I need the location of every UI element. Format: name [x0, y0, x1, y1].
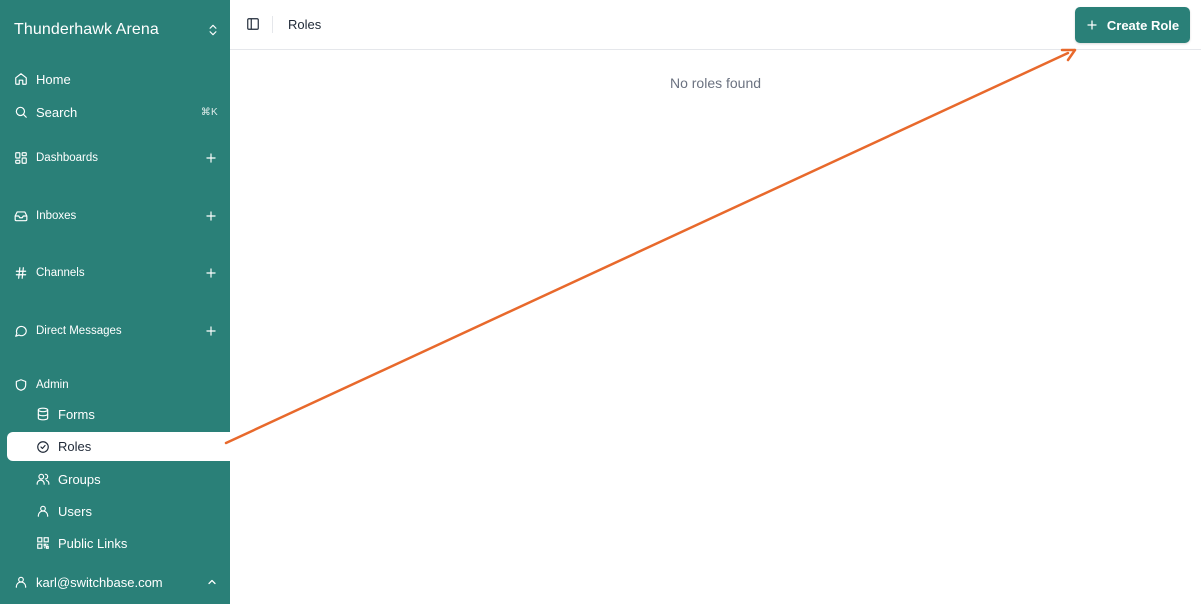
add-direct-message-icon[interactable] [204, 324, 218, 338]
nav-channels-label: Channels [36, 267, 85, 279]
badge-check-icon [37, 440, 49, 453]
chevron-up-icon [208, 579, 216, 585]
nav-direct-messages-label: Direct Messages [36, 325, 122, 337]
nav-inboxes-label: Inboxes [36, 210, 77, 222]
annotation-arrow-line [224, 51, 1070, 445]
divider [272, 16, 273, 33]
create-role-button[interactable]: Create Role [1075, 7, 1190, 43]
admin-item-label: Public Links [58, 535, 128, 551]
nav-direct-messages[interactable]: Direct Messages [14, 320, 218, 342]
top-bar: Roles Create Role [230, 0, 1201, 50]
admin-item-public-links[interactable]: Public Links [36, 532, 226, 554]
hash-icon [15, 267, 27, 279]
users-icon [36, 473, 50, 485]
dashboard-icon [15, 152, 27, 164]
admin-item-label: Groups [58, 471, 101, 487]
home-icon [15, 73, 27, 85]
workspace-name: Thunderhawk Arena [14, 21, 159, 38]
nav-search[interactable]: Search ⌘K [14, 101, 218, 123]
workspace-switcher[interactable]: Thunderhawk Arena [14, 18, 220, 42]
annotation-arrow-head [1060, 48, 1077, 62]
user-icon [37, 505, 49, 517]
qr-code-icon [37, 537, 49, 549]
sidebar-toggle-icon[interactable] [246, 17, 260, 31]
add-inbox-icon[interactable] [204, 209, 218, 223]
nav-home-label: Home [36, 71, 71, 87]
search-icon [15, 106, 27, 118]
nav-admin-label: Admin [36, 379, 69, 391]
user-email: karl@switchbase.com [36, 574, 163, 590]
chevrons-up-down-icon [209, 24, 217, 36]
sidebar: Thunderhawk Arena Home Search ⌘K Dashboa… [0, 0, 230, 604]
shield-icon [15, 379, 27, 391]
empty-state-message: No roles found [669, 75, 762, 91]
admin-item-roles[interactable]: Roles [7, 432, 230, 461]
nav-channels[interactable]: Channels [14, 262, 218, 284]
search-shortcut: ⌘K [200, 106, 218, 118]
plus-icon [1087, 20, 1097, 30]
create-role-label: Create Role [1106, 17, 1180, 33]
breadcrumb: Roles [288, 17, 322, 32]
inbox-icon [14, 211, 28, 222]
admin-item-users[interactable]: Users [36, 500, 226, 522]
nav-inboxes[interactable]: Inboxes [14, 205, 218, 227]
database-icon [37, 407, 49, 421]
admin-item-groups[interactable]: Groups [36, 468, 226, 490]
nav-dashboards-label: Dashboards [36, 152, 99, 164]
message-circle-icon [15, 325, 27, 337]
admin-item-label: Roles [58, 439, 92, 454]
admin-item-label: Forms [58, 406, 95, 422]
add-channel-icon[interactable] [204, 266, 218, 280]
nav-home[interactable]: Home [14, 68, 218, 90]
admin-item-label: Users [58, 503, 92, 519]
nav-admin[interactable]: Admin [14, 374, 218, 396]
nav-search-label: Search [36, 104, 78, 120]
user-icon [15, 576, 27, 588]
nav-dashboards[interactable]: Dashboards [14, 147, 218, 169]
user-menu[interactable]: karl@switchbase.com [14, 571, 218, 593]
add-dashboard-icon[interactable] [204, 151, 218, 165]
admin-item-forms[interactable]: Forms [36, 403, 226, 425]
